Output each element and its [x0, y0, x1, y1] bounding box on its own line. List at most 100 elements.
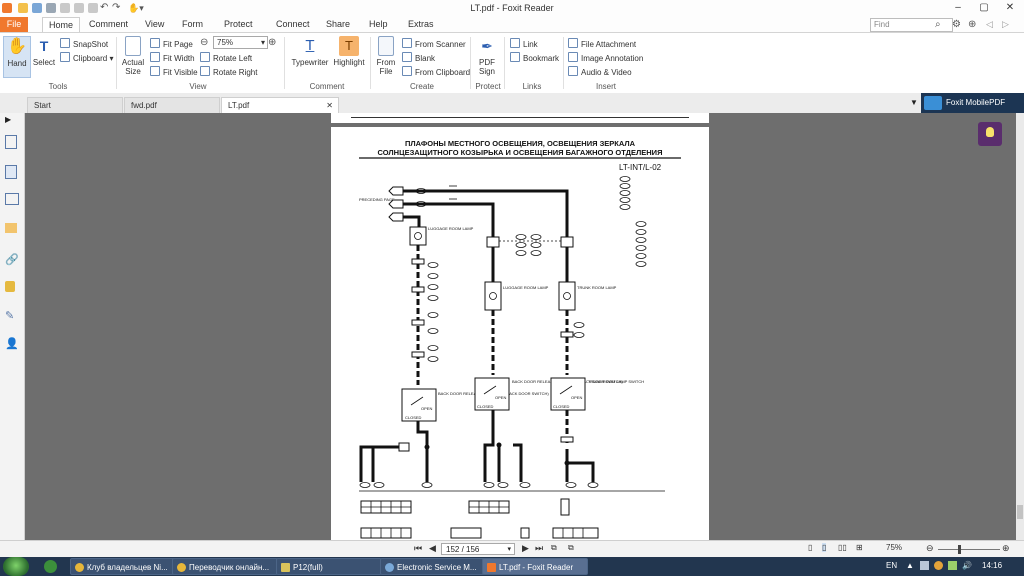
tab-start[interactable]: Start	[27, 97, 123, 113]
tab-home[interactable]: Home	[42, 17, 81, 33]
highlight-button[interactable]: T Highlight	[332, 36, 366, 67]
vertical-scrollbar[interactable]	[1016, 113, 1024, 540]
from-scanner-button[interactable]: From Scanner	[402, 38, 466, 49]
network-icon[interactable]	[948, 561, 957, 570]
group-links-label: Links	[522, 82, 542, 91]
typewriter-button[interactable]: T̲ Typewriter	[288, 36, 332, 67]
select-tool-button[interactable]: T Select	[31, 36, 57, 67]
highlight-icon: T	[339, 36, 359, 56]
signatures-icon[interactable]: ✎	[5, 309, 19, 323]
fit-width-button[interactable]: Fit Width	[150, 52, 195, 63]
page-icon	[125, 36, 141, 56]
from-file-button[interactable]: From File	[373, 36, 399, 76]
app-icon	[385, 563, 394, 572]
taskbar-item-foxit[interactable]: LT.pdf - Foxit Reader	[482, 558, 588, 575]
taskbar-item-p12[interactable]: P12(full)	[276, 558, 382, 575]
snapshot-button[interactable]: SnapShot	[60, 38, 108, 49]
status-zoom-value[interactable]: 75%	[886, 543, 902, 552]
closed-label-right: CLOSED	[553, 404, 570, 409]
tray-app-icon[interactable]	[920, 561, 929, 570]
user-icon[interactable]: 👤	[5, 337, 19, 351]
rotate-right-button[interactable]: Rotate Right	[200, 66, 257, 77]
previous-page	[331, 113, 709, 123]
fit-visible-button[interactable]: Fit Visible	[150, 66, 198, 77]
start-button[interactable]	[3, 557, 29, 576]
continuous-facing-icon[interactable]: ⊞	[856, 543, 863, 552]
bookmarks-icon[interactable]	[5, 135, 17, 149]
zoom-in-status-icon[interactable]: ⊕	[1002, 543, 1010, 554]
last-page-icon[interactable]: ⏭	[535, 543, 543, 554]
previous-view-icon[interactable]: ⧉	[551, 543, 557, 553]
audio-video-button[interactable]: Audio & Video	[568, 66, 632, 77]
hand-tool-button[interactable]: ✋ Hand	[3, 36, 31, 78]
tab-extras[interactable]: Extras	[402, 17, 440, 32]
pages-icon[interactable]	[5, 165, 17, 179]
link-button[interactable]: Link	[510, 38, 538, 49]
layers-icon[interactable]	[5, 193, 19, 205]
tray-app-icon[interactable]	[934, 561, 943, 570]
continuous-page-icon[interactable]: ▯	[822, 543, 827, 552]
next-view-icon[interactable]: ⧉	[568, 543, 574, 553]
tab-view[interactable]: View	[139, 17, 170, 32]
security-lock-icon[interactable]	[5, 281, 15, 292]
zoom-slider[interactable]	[938, 549, 1000, 550]
pinned-app-icon[interactable]	[44, 560, 57, 573]
bookmark-button[interactable]: Bookmark	[510, 52, 559, 63]
close-tab-icon[interactable]: ✕	[326, 98, 333, 113]
maximize-button[interactable]: ▢	[972, 1, 996, 15]
facing-page-icon[interactable]: ▯▯	[838, 543, 847, 552]
comments-icon[interactable]	[5, 223, 17, 233]
clock[interactable]: 14:16	[982, 561, 1002, 570]
foxit-mobile-banner[interactable]: Foxit MobilePDF	[921, 93, 1024, 113]
pdf-sign-button[interactable]: ✒ PDF Sign	[474, 36, 500, 76]
document-view[interactable]: .t { font-family:"Liberation Sans", sans…	[25, 113, 1016, 540]
tab-protect[interactable]: Protect	[218, 17, 259, 32]
file-attachment-button[interactable]: File Attachment	[568, 38, 636, 49]
previous-page-icon[interactable]: ◀	[429, 543, 436, 554]
tray-expand-icon[interactable]: ▲	[906, 561, 914, 570]
image-annotation-button[interactable]: Image Annotation	[568, 52, 643, 63]
tab-connect[interactable]: Connect	[270, 17, 316, 32]
from-clipboard-button[interactable]: From Clipboard	[402, 66, 470, 77]
taskbar-item-club[interactable]: Клуб владельцев Ni...	[70, 558, 176, 575]
fit-page-button[interactable]: Fit Page	[150, 38, 193, 49]
expand-panel-icon[interactable]: ▶	[5, 115, 19, 129]
taskbar-item-electronic-service[interactable]: Electronic Service M...	[380, 558, 486, 575]
zoom-out-icon[interactable]: ⊖	[200, 37, 208, 48]
navigation-panel: ▶ 🔗 ✎ 👤	[0, 113, 25, 540]
tip-bulb-button[interactable]	[978, 122, 1002, 146]
rotate-left-button[interactable]: Rotate Left	[200, 52, 252, 63]
language-indicator[interactable]: EN	[886, 561, 897, 570]
zoom-slider-thumb[interactable]	[958, 545, 961, 554]
attachments-icon[interactable]: 🔗	[5, 253, 19, 267]
zoom-search-icon[interactable]: ⊕	[968, 19, 976, 30]
tab-file[interactable]: File	[0, 17, 28, 32]
scroll-thumb[interactable]	[1017, 505, 1023, 519]
tab-comment[interactable]: Comment	[83, 17, 134, 32]
previous-result-icon[interactable]: ◁	[986, 19, 993, 30]
settings-icon[interactable]: ⚙	[952, 19, 961, 30]
zoom-in-icon[interactable]: ⊕	[268, 37, 276, 48]
zoom-out-status-icon[interactable]: ⊖	[926, 543, 934, 554]
tab-help[interactable]: Help	[363, 17, 394, 32]
tab-fwd-pdf[interactable]: fwd.pdf	[124, 97, 220, 113]
volume-icon[interactable]: 🔊	[962, 561, 972, 570]
blank-button[interactable]: Blank	[402, 52, 435, 63]
status-bar: ⏮ ◀ 152 / 156 ▾ ▶ ⏭ ⧉ ⧉ ▯ ▯ ▯▯ ⊞ 75% ⊖ ⊕	[0, 540, 1024, 558]
actual-size-button[interactable]: Actual Size	[120, 36, 146, 76]
single-page-icon[interactable]: ▯	[808, 543, 812, 552]
search-icon[interactable]: ⌕	[935, 19, 941, 30]
page-number-input[interactable]: 152 / 156 ▾	[441, 543, 515, 555]
first-page-icon[interactable]: ⏮	[414, 543, 422, 554]
tab-form[interactable]: Form	[176, 17, 209, 32]
taskbar-item-translator[interactable]: Переводчик онлайн...	[172, 558, 278, 575]
minimize-button[interactable]: –	[946, 1, 970, 15]
tab-list-dropdown-icon[interactable]: ▼	[910, 98, 918, 107]
next-page-icon[interactable]: ▶	[522, 543, 529, 554]
tab-lt-pdf[interactable]: LT.pdf ✕	[221, 97, 339, 113]
close-button[interactable]: ✕	[998, 1, 1022, 15]
zoom-combobox[interactable]: 75% ▾	[213, 36, 268, 49]
next-result-icon[interactable]: ▷	[1002, 19, 1009, 30]
tab-share[interactable]: Share	[320, 17, 356, 32]
clipboard-button[interactable]: Clipboard ▾	[60, 52, 114, 63]
